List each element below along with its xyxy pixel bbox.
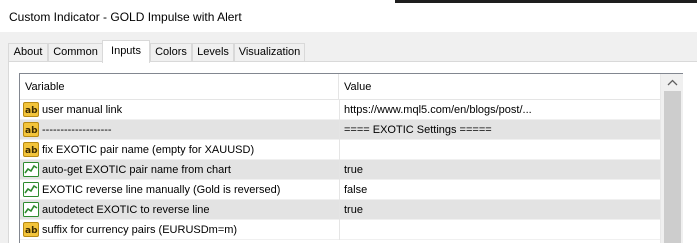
row-value[interactable]: https://www.mql5.com/en/blogs/post/... [340, 100, 532, 120]
scrollbar-thumb[interactable] [664, 91, 681, 243]
inputs-grid: Variable Value ab user manual link https… [19, 73, 683, 243]
row-value[interactable] [340, 220, 344, 240]
input-row-auto-get-exotic-pair[interactable]: auto-get EXOTIC pair name from chart tru… [20, 160, 660, 180]
row-variable: fix EXOTIC pair name (empty for XAUUSD) [42, 144, 255, 156]
row-variable: suffix for currency pairs (EURUSDm=m) [42, 224, 238, 236]
input-row-fix-exotic-pair-name[interactable]: ab fix EXOTIC pair name (empty for XAUUS… [20, 140, 660, 160]
row-value[interactable] [340, 140, 344, 160]
input-row-user-manual-link[interactable]: ab user manual link https://www.mql5.com… [20, 100, 660, 120]
input-row-exotic-reverse-line-manually[interactable]: EXOTIC reverse line manually (Gold is re… [20, 180, 660, 200]
indicator-dialog: Custom Indicator - GOLD Impulse with Ale… [0, 3, 697, 243]
input-row-autodetect-exotic[interactable]: autodetect EXOTIC to reverse line true [20, 200, 660, 220]
tab-colors[interactable]: Colors [150, 43, 192, 62]
tab-common[interactable]: Common [48, 43, 103, 62]
tab-strip: About Common Inputs Colors Levels Visual… [8, 40, 697, 63]
input-row-suffix-currency-pairs[interactable]: ab suffix for currency pairs (EURUSDm=m) [20, 220, 660, 240]
svg-text:ab: ab [25, 106, 38, 116]
column-header-variable[interactable]: Variable [20, 74, 339, 100]
row-variable: ------------------- [42, 124, 112, 136]
column-header-value[interactable]: Value [339, 74, 660, 100]
bool-chart-icon [23, 162, 39, 177]
row-variable: autodetect EXOTIC to reverse line [42, 204, 210, 216]
grid-header: Variable Value [20, 74, 660, 100]
ab-string-icon: ab [23, 102, 39, 117]
bool-chart-icon [23, 202, 39, 217]
input-row-separator[interactable]: ab ------------------- ==== EXOTIC Setti… [20, 120, 660, 140]
bool-chart-icon [23, 182, 39, 197]
inputs-panel: Variable Value ab user manual link https… [8, 61, 697, 243]
row-value[interactable]: false [340, 180, 367, 200]
row-variable: auto-get EXOTIC pair name from chart [42, 164, 231, 176]
ab-string-icon: ab [23, 142, 39, 157]
tab-levels[interactable]: Levels [192, 43, 234, 62]
window-title: Custom Indicator - GOLD Impulse with Ale… [9, 10, 242, 24]
scroll-up-arrow-icon[interactable] [661, 74, 683, 91]
vertical-scrollbar[interactable] [660, 74, 683, 243]
row-value[interactable]: ==== EXOTIC Settings ===== [340, 120, 492, 140]
title-bar[interactable]: Custom Indicator - GOLD Impulse with Ale… [0, 3, 697, 32]
tab-about[interactable]: About [8, 43, 48, 62]
ab-string-icon: ab [23, 122, 39, 137]
ab-string-icon: ab [23, 222, 39, 237]
row-value[interactable]: true [340, 200, 363, 220]
row-variable: EXOTIC reverse line manually (Gold is re… [42, 184, 281, 196]
svg-text:ab: ab [25, 126, 38, 136]
tab-visualization[interactable]: Visualization [234, 43, 305, 62]
tab-inputs[interactable]: Inputs [102, 40, 150, 63]
svg-text:ab: ab [25, 146, 38, 156]
svg-text:ab: ab [25, 226, 38, 236]
row-value[interactable]: true [340, 160, 363, 180]
row-variable: user manual link [42, 104, 123, 116]
